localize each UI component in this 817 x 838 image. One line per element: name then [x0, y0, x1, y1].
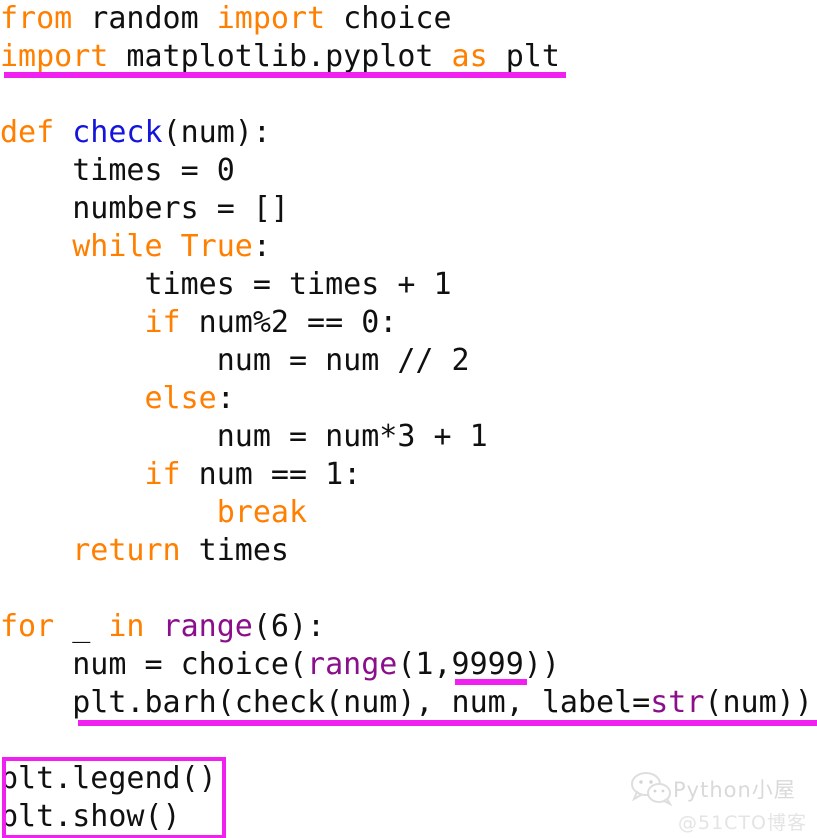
code-token: for: [0, 609, 55, 644]
code-line: def check(num):: [0, 114, 817, 152]
code-token: (num)): [704, 685, 813, 720]
code-token: from: [0, 1, 73, 36]
code-token: range: [162, 609, 253, 644]
code-line: numbers = []: [0, 190, 817, 228]
code-token: :: [252, 229, 271, 264]
code-line: return times: [0, 532, 817, 570]
code-token: times: [180, 533, 289, 568]
code-block: from random import choice import matplotl…: [0, 0, 817, 836]
code-token: range: [307, 647, 398, 682]
code-line: times = 0: [0, 152, 817, 190]
code-token: if: [144, 305, 181, 340]
code-token: num = choice(: [0, 647, 308, 682]
code-token: return: [72, 533, 181, 568]
code-token: num = num // 2: [0, 343, 470, 378]
code-token: True: [180, 229, 253, 264]
code-token: (num):: [162, 115, 271, 150]
underline-9999: [455, 679, 527, 685]
code-token: matplotlib.pyplot: [108, 39, 452, 74]
code-line: break: [0, 494, 817, 532]
code-token: str: [650, 685, 705, 720]
code-token: numbers = []: [0, 191, 289, 226]
code-token: in: [108, 609, 145, 644]
code-token: while: [72, 229, 163, 264]
code-token: times = 0: [0, 153, 235, 188]
code-token: else: [144, 381, 217, 416]
code-line: num = num // 2: [0, 342, 817, 380]
code-token: if: [144, 457, 181, 492]
underline-import-line: [4, 72, 566, 78]
code-token: times = times + 1: [0, 267, 452, 302]
screenshot-root: from random import choice import matplotl…: [0, 0, 817, 838]
code-token: import: [0, 39, 109, 74]
code-token: choice: [325, 1, 452, 36]
code-token: import: [216, 1, 326, 36]
code-token: random: [72, 1, 217, 36]
code-token: (6):: [252, 609, 326, 644]
code-token: (1,9999)): [397, 647, 560, 682]
code-token: break: [216, 495, 308, 530]
code-token: as: [451, 39, 488, 74]
code-token: check: [72, 115, 163, 150]
code-line: plt.barh(check(num), num, label=str(num)…: [0, 684, 817, 722]
code-token: num == 1:: [180, 457, 362, 492]
code-token: plt: [487, 39, 560, 74]
code-token: plt.barh(check(num), num, label=: [0, 685, 651, 720]
code-token: _: [54, 609, 109, 644]
code-token: :: [216, 381, 235, 416]
box-legend-show: [2, 757, 226, 838]
code-line: while True:: [0, 228, 817, 266]
code-line: num = choice(range(1,9999)): [0, 646, 817, 684]
code-token: def: [0, 115, 55, 150]
code-token: num%2 == 0:: [180, 305, 398, 340]
code-line: num = num*3 + 1: [0, 418, 817, 456]
code-line: for _ in range(6):: [0, 608, 817, 646]
code-line: times = times + 1: [0, 266, 817, 304]
code-line: if num%2 == 0:: [0, 304, 817, 342]
code-token: num = num*3 + 1: [0, 419, 488, 454]
code-line: import matplotlib.pyplot as plt: [0, 38, 817, 76]
underline-barh-line: [78, 720, 817, 726]
code-line: from random import choice: [0, 0, 817, 38]
code-line: else:: [0, 380, 817, 418]
code-line: if num == 1:: [0, 456, 817, 494]
